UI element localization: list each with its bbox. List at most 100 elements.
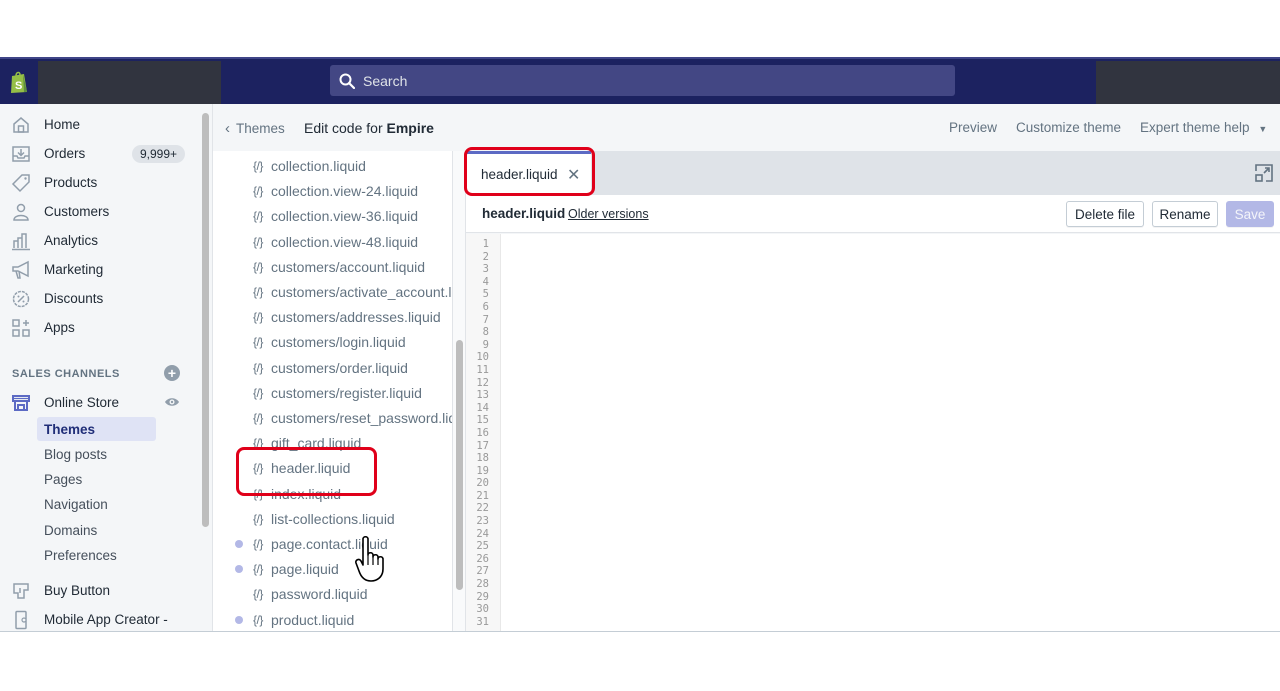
hand-pointer-cursor-icon <box>355 535 384 582</box>
sidebar-subitem-themes[interactable]: Themes <box>37 417 156 441</box>
file-list-item[interactable]: {/} customers/login.liquid <box>213 330 452 354</box>
file-list-item[interactable]: {/} collection.view-24.liquid <box>213 179 452 203</box>
fullscreen-expand-icon[interactable] <box>1254 163 1274 183</box>
sidebar-item-mobile-app-creator[interactable]: Mobile App Creator - <box>0 605 200 631</box>
line-number: 10 <box>476 351 489 364</box>
line-number: 4 <box>482 275 489 288</box>
file-list-item[interactable]: {/} page.contact.liquid <box>213 532 452 556</box>
modified-dot-indicator <box>235 540 243 548</box>
file-name: list-collections.liquid <box>271 510 395 527</box>
file-list-item[interactable]: {/} collection.view-48.liquid <box>213 230 452 254</box>
line-number: 22 <box>476 502 489 515</box>
add-sales-channel-icon[interactable]: + <box>164 365 180 381</box>
sidebar-item-home[interactable]: Home <box>0 110 200 139</box>
delete-file-button[interactable]: Delete file <box>1066 201 1144 227</box>
file-list-item[interactable]: {/} product.liquid <box>213 608 452 631</box>
file-list-item[interactable]: {/} page.liquid <box>213 557 452 581</box>
file-list-item[interactable]: {/} gift_card.liquid <box>213 431 452 455</box>
file-name: password.liquid <box>271 586 368 603</box>
line-number: 31 <box>476 615 489 628</box>
sidebar-item-discounts[interactable]: Discounts <box>0 284 200 313</box>
line-number: 26 <box>476 552 489 565</box>
account-menu-redacted[interactable] <box>1096 61 1280 104</box>
sidebar-item-label: Apps <box>44 320 75 335</box>
liquid-file-icon: {/} <box>253 486 263 501</box>
search-input[interactable]: Search <box>330 65 955 96</box>
modified-dot-indicator <box>235 615 243 624</box>
close-tab-icon[interactable]: ✕ <box>567 165 580 185</box>
current-file-name: header.liquid <box>482 206 566 221</box>
sidebar-item-apps[interactable]: Apps <box>0 313 200 342</box>
expert-theme-help-dropdown[interactable]: Expert theme help ▼ <box>1140 120 1267 135</box>
file-name: customers/order.liquid <box>271 359 408 376</box>
sidebar-subitem-blog-posts[interactable]: Blog posts <box>37 442 156 466</box>
file-toolbar: header.liquid Older versions Delete file… <box>466 195 1280 233</box>
sidebar-item-analytics[interactable]: Analytics <box>0 226 200 255</box>
file-list: {/} collection.liquid {/} collection.view-2… <box>213 151 453 631</box>
sidebar: Home Orders 9,999+ Products Customers An… <box>0 104 200 631</box>
line-number: 3 <box>482 263 489 276</box>
liquid-file-icon: {/} <box>253 184 263 199</box>
sidebar-item-buy-button[interactable]: Buy Button <box>0 576 200 605</box>
sidebar-subitem-pages[interactable]: Pages <box>37 467 156 491</box>
caret-down-icon: ▼ <box>1258 124 1268 134</box>
line-number: 23 <box>476 515 489 528</box>
liquid-file-icon: {/} <box>253 159 263 173</box>
line-number: 25 <box>476 540 489 553</box>
file-list-item[interactable]: {/} customers/addresses.liquid <box>213 305 452 329</box>
customize-theme-link[interactable]: Customize theme <box>1016 120 1121 135</box>
code-editor[interactable]: 1 2 3 4 5 6 7 8 9 10 11 12 13 14 15 16 17 18 19 20 21 22 23 24 2… <box>466 234 1280 631</box>
sidebar-item-products[interactable]: Products <box>0 168 200 197</box>
file-list-item[interactable]: {/} password.liquid <box>213 582 452 606</box>
apps-icon <box>10 317 32 339</box>
liquid-file-icon: {/} <box>253 234 263 249</box>
search-icon <box>339 73 355 89</box>
line-number: 21 <box>476 489 489 502</box>
preview-link[interactable]: Preview <box>949 120 997 135</box>
rename-button[interactable]: Rename <box>1152 201 1218 227</box>
line-number: 28 <box>476 578 489 591</box>
liquid-file-icon: {/} <box>253 335 263 350</box>
file-list-scrollbar[interactable] <box>456 340 463 590</box>
file-list-item[interactable]: {/} collection.view-36.liquid <box>213 204 452 228</box>
sidebar-item-orders[interactable]: Orders 9,999+ <box>0 139 200 168</box>
sidebar-item-marketing[interactable]: Marketing <box>0 255 200 284</box>
sidebar-item-label: Customers <box>44 204 110 219</box>
editor-tab-bar: header.liquid ✕ <box>466 151 1280 195</box>
file-list-item[interactable]: {/} customers/order.liquid <box>213 356 452 380</box>
older-versions-link[interactable]: Older versions <box>568 207 649 221</box>
save-button[interactable]: Save <box>1226 201 1274 227</box>
line-number: 2 <box>482 250 489 263</box>
file-name: product.liquid <box>271 611 355 628</box>
file-list-item[interactable]: {/} customers/reset_password.liquid <box>213 406 452 430</box>
liquid-file-icon: {/} <box>253 511 263 526</box>
sidebar-item-label: Analytics <box>44 233 99 248</box>
liquid-file-icon: {/} <box>253 285 263 299</box>
file-list-item[interactable]: {/} customers/register.liquid <box>213 381 452 405</box>
theme-name: Empire <box>386 120 434 136</box>
line-number: 27 <box>476 565 489 578</box>
file-list-item[interactable]: {/} list-collections.liquid <box>213 507 452 531</box>
file-list-item[interactable]: {/} header.liquid <box>213 456 452 480</box>
editor-header: ‹ Themes Edit code for Empire Preview Cu… <box>213 104 1280 151</box>
liquid-file-icon: {/} <box>253 537 263 551</box>
sidebar-item-customers[interactable]: Customers <box>0 197 200 226</box>
sidebar-subitem-preferences[interactable]: Preferences <box>37 543 156 567</box>
expert-theme-help-label: Expert theme help <box>1140 120 1250 135</box>
file-list-item[interactable]: {/} collection.liquid <box>213 154 452 178</box>
tab-header-liquid[interactable]: header.liquid ✕ <box>466 151 591 195</box>
file-list-item[interactable]: {/} customers/activate_account.liquid <box>213 280 452 304</box>
sales-channels-heading: SALES CHANNELS <box>12 368 120 380</box>
view-store-eye-icon[interactable] <box>164 394 180 410</box>
back-to-themes-link[interactable]: ‹ Themes <box>225 120 285 137</box>
sidebar-scrollbar[interactable] <box>202 113 209 527</box>
line-number: 7 <box>482 313 489 326</box>
liquid-file-icon: {/} <box>253 436 263 451</box>
sidebar-subitem-navigation[interactable]: Navigation <box>37 492 156 516</box>
orders-icon <box>10 143 32 165</box>
shopify-logo[interactable]: S <box>0 59 38 104</box>
file-list-item[interactable]: {/} customers/account.liquid <box>213 255 452 279</box>
file-list-item[interactable]: {/} index.liquid <box>213 482 452 506</box>
sidebar-subitem-domains[interactable]: Domains <box>37 518 156 542</box>
line-number: 13 <box>476 389 489 402</box>
